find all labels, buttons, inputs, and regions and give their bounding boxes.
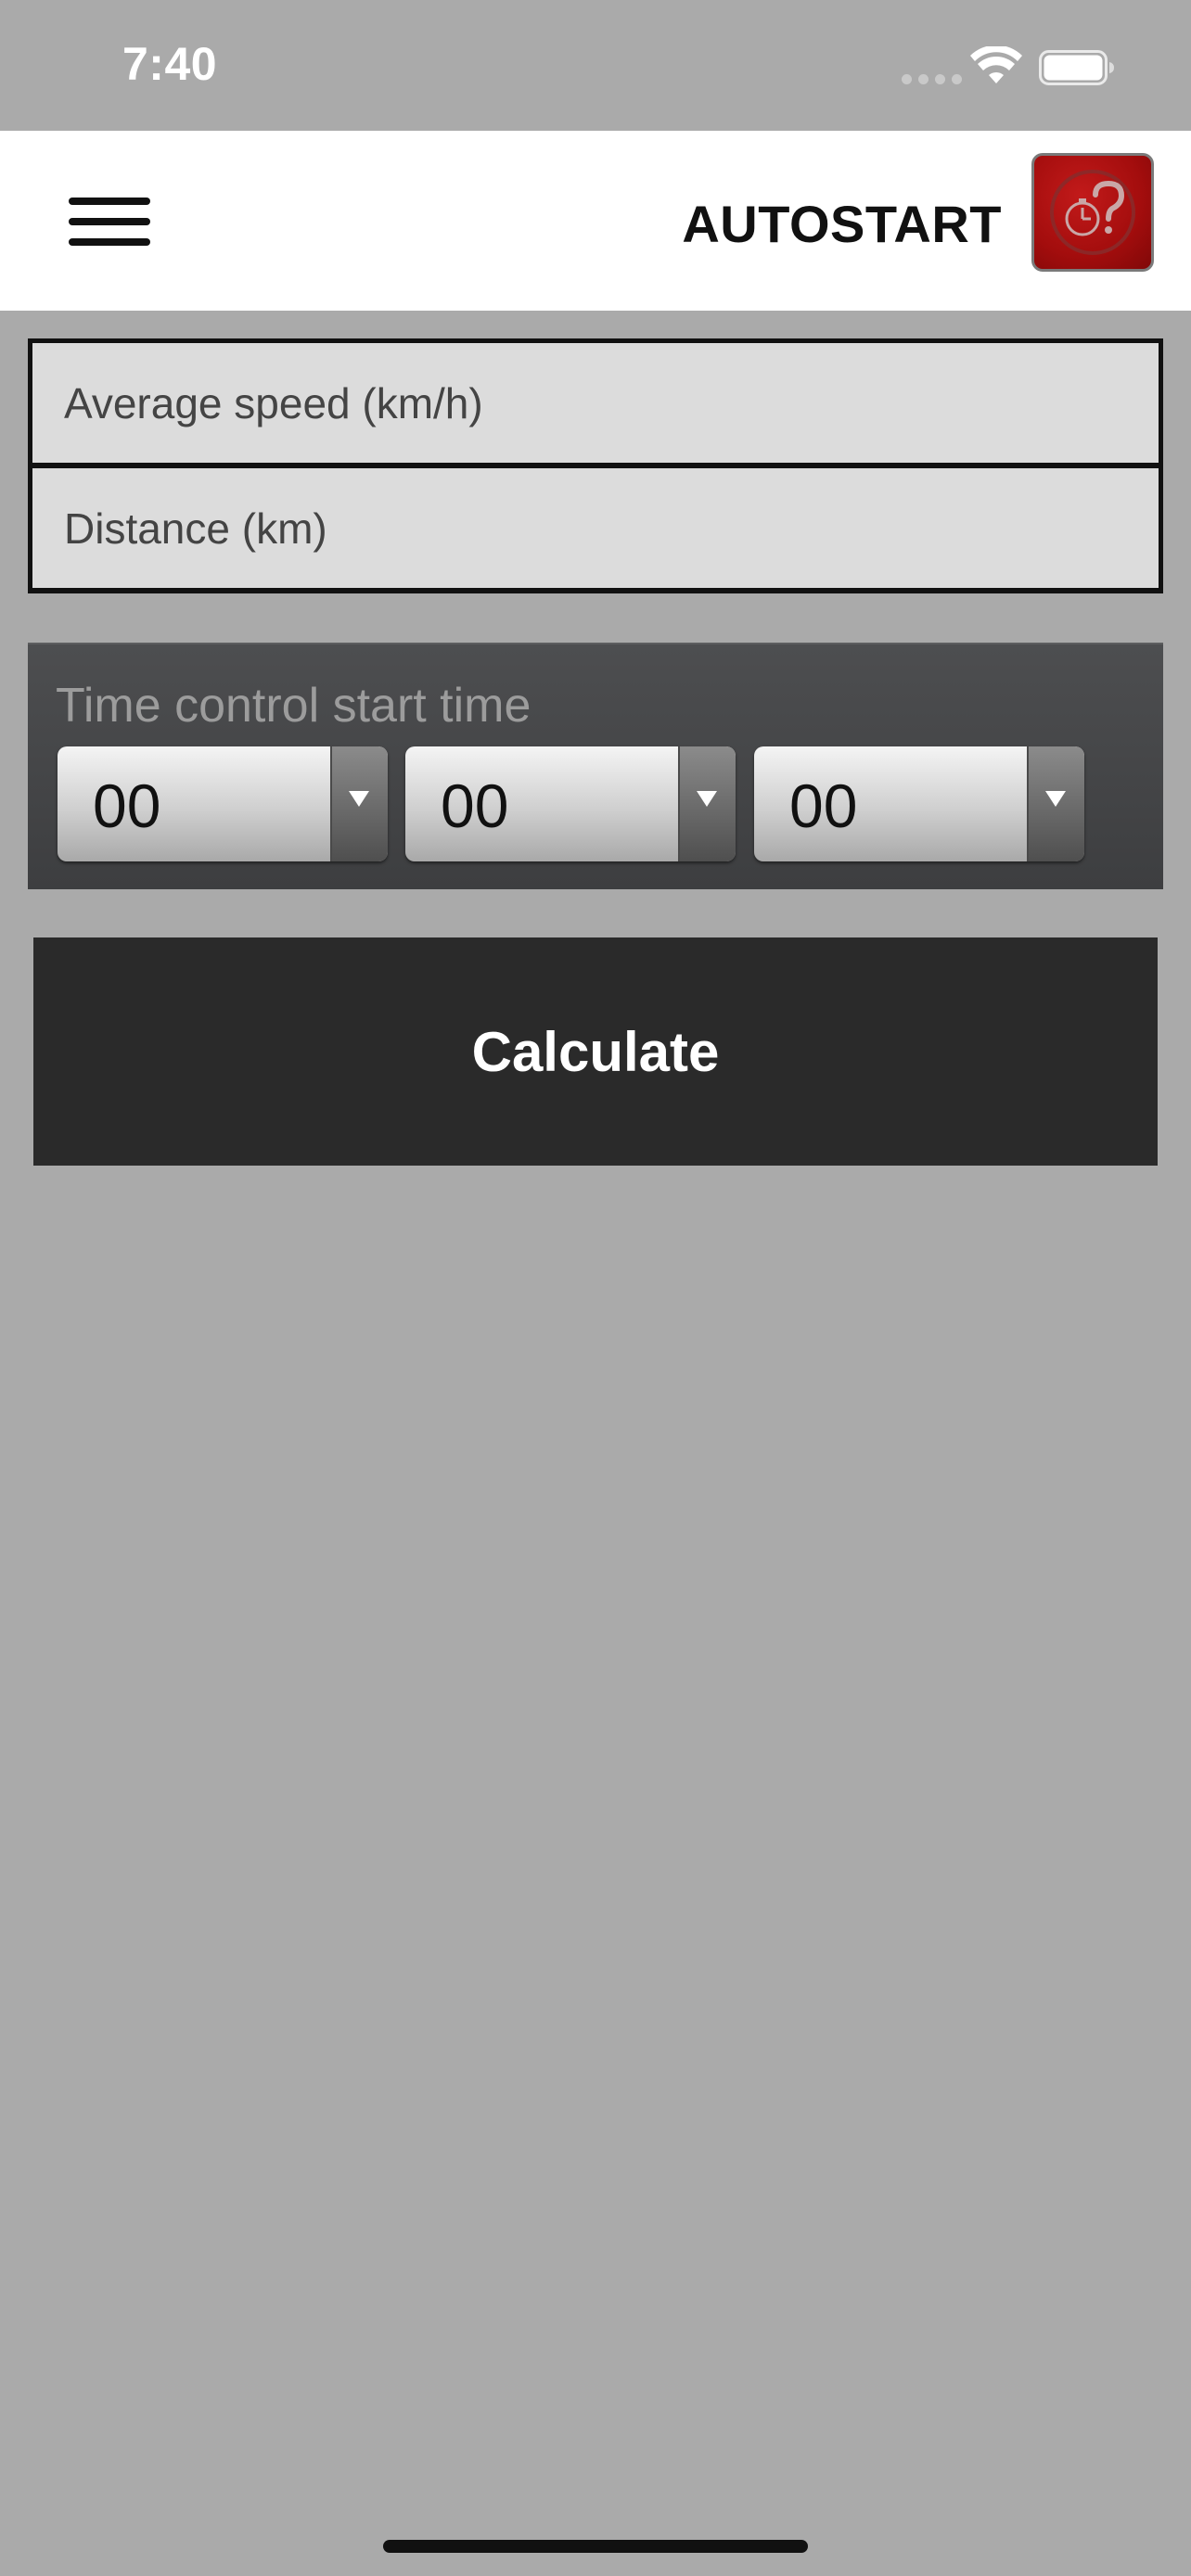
home-indicator (383, 2540, 808, 2553)
time-control-panel: Time control start time 00 00 00 (28, 643, 1163, 889)
hamburger-menu-icon[interactable] (56, 185, 163, 259)
seconds-value: 00 (789, 772, 858, 840)
seconds-dropdown-button[interactable] (1027, 746, 1084, 861)
input-group (28, 338, 1163, 593)
page-title: AUTOSTART (682, 195, 1002, 253)
battery-icon (1039, 50, 1114, 85)
chevron-down-icon (1045, 791, 1066, 807)
hours-select[interactable]: 00 (58, 746, 388, 861)
wifi-icon (970, 46, 1022, 83)
minutes-select[interactable]: 00 (405, 746, 736, 861)
chevron-down-icon (697, 791, 717, 807)
status-bar: 7:40 (0, 0, 1191, 131)
minutes-value: 00 (441, 772, 509, 840)
app-header: AUTOSTART (0, 131, 1191, 311)
hours-value: 00 (93, 772, 161, 840)
stopwatch-question-icon[interactable] (1031, 153, 1154, 272)
status-time: 7:40 (122, 38, 218, 90)
hours-dropdown-button[interactable] (330, 746, 388, 861)
average-speed-input[interactable] (32, 343, 1159, 463)
seconds-select[interactable]: 00 (754, 746, 1084, 861)
cellular-signal-icon (902, 74, 962, 84)
minutes-dropdown-button[interactable] (678, 746, 736, 861)
calculate-button[interactable]: Calculate (33, 937, 1158, 1166)
chevron-down-icon (349, 791, 369, 807)
distance-input[interactable] (32, 468, 1159, 588)
time-control-label: Time control start time (56, 679, 531, 733)
